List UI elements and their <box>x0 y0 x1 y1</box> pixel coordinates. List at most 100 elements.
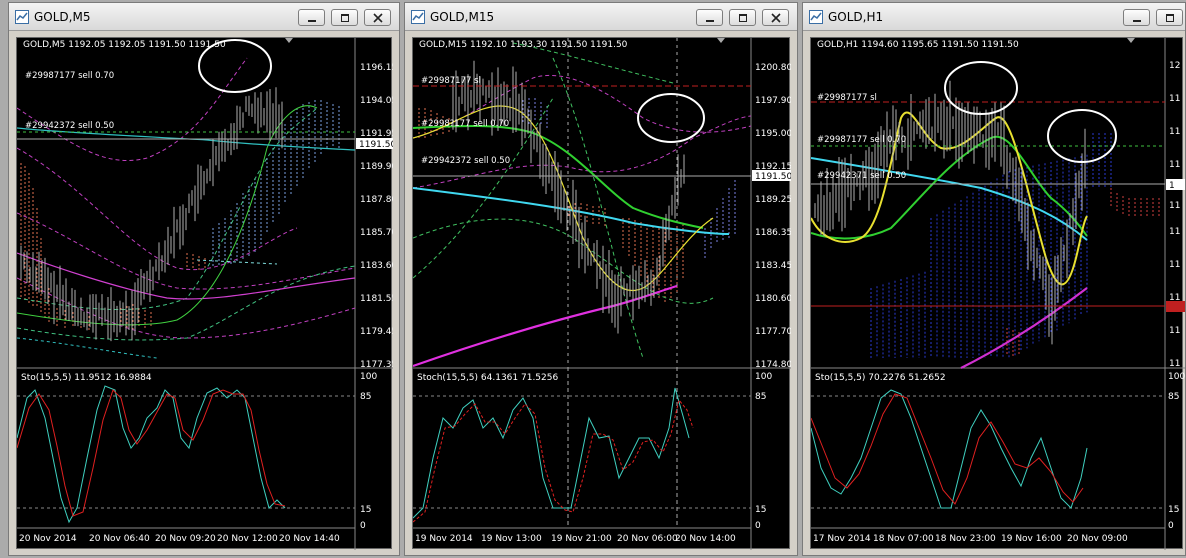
minimize-icon <box>1132 19 1141 22</box>
svg-text:0: 0 <box>1168 521 1174 531</box>
stochastic-signal-line <box>810 393 1084 505</box>
stochastic-main-line <box>810 389 1088 509</box>
order-label: #29942372 sell 0.50 <box>25 121 114 131</box>
maximize-button[interactable] <box>331 9 358 26</box>
svg-text:20 Nov 06:00: 20 Nov 06:00 <box>617 534 678 544</box>
minimize-button[interactable] <box>298 9 325 26</box>
svg-text:1187.80: 1187.80 <box>360 195 393 205</box>
ichimoku-cloud-bull <box>870 133 1112 358</box>
ichimoku-cloud-bear <box>1006 188 1160 356</box>
svg-text:11: 11 <box>1169 227 1180 237</box>
ma-magenta <box>960 287 1088 369</box>
stochastic-label: Sto(15,5,5) 11.9512 16.9884 <box>21 373 152 383</box>
close-button[interactable] <box>364 9 391 26</box>
svg-text:1196.15: 1196.15 <box>360 63 393 73</box>
time-scale: 17 Nov 2014 18 Nov 07:00 18 Nov 23:00 19… <box>813 534 1128 544</box>
svg-text:19 Nov 21:00: 19 Nov 21:00 <box>551 534 612 544</box>
svg-text:11: 11 <box>1169 359 1180 369</box>
order-label: #29987177 sl <box>421 76 481 86</box>
order-label: #29942371 sell 0.50 <box>817 171 906 181</box>
chart-app-icon <box>411 9 425 24</box>
chart-info-label: GOLD,H1 1194.60 1195.65 1191.50 1191.50 <box>817 40 1019 50</box>
svg-text:20 Nov 14:40: 20 Nov 14:40 <box>279 534 340 544</box>
svg-text:11: 11 <box>1169 260 1180 270</box>
stochastic-signal-line <box>412 398 694 523</box>
chart-app-icon <box>15 9 29 24</box>
highlight-circle <box>944 61 1018 115</box>
ma-yellow <box>412 105 714 292</box>
maximize-button[interactable] <box>729 9 756 26</box>
stoch-scale: 100 85 15 0 <box>755 372 772 531</box>
close-icon <box>372 12 383 23</box>
order-label: #29942372 sell 0.50 <box>421 156 510 166</box>
svg-text:11: 11 <box>1169 160 1180 170</box>
svg-text:0: 0 <box>755 521 761 531</box>
chart-info-label: GOLD,M5 1192.05 1192.05 1191.50 1191.50 <box>23 40 226 50</box>
ichimoku-cloud-bear <box>418 108 684 302</box>
maximize-icon <box>340 13 349 22</box>
minimize-button[interactable] <box>696 9 723 26</box>
chart-info-label: GOLD,M15 1192.10 1193.30 1191.50 1191.50 <box>419 40 628 50</box>
window-title: GOLD,M15 <box>430 9 495 24</box>
one-click-trade-arrow-icon[interactable] <box>1127 38 1135 43</box>
minimize-button[interactable] <box>1123 9 1150 26</box>
svg-text:1183.45: 1183.45 <box>755 261 791 271</box>
svg-text:85: 85 <box>1168 392 1179 402</box>
svg-text:1186.35: 1186.35 <box>755 228 791 238</box>
svg-text:1200.80: 1200.80 <box>755 63 791 73</box>
price-chart-h1[interactable]: GOLD,H1 1194.60 1195.65 1191.50 1191.50 … <box>810 38 1185 550</box>
price-scale: 12 11 11 11 11 11 11 11 11 11 <box>1169 61 1180 369</box>
maximize-button[interactable] <box>1156 9 1183 26</box>
stochastic-main-line <box>16 385 286 524</box>
svg-text:18 Nov 07:00: 18 Nov 07:00 <box>873 534 934 544</box>
svg-text:1195.00: 1195.00 <box>755 129 791 139</box>
close-button[interactable] <box>762 9 789 26</box>
svg-text:20 Nov 09:20: 20 Nov 09:20 <box>155 534 216 544</box>
svg-text:15: 15 <box>360 505 371 515</box>
svg-text:11: 11 <box>1169 127 1180 137</box>
chart-window-m5[interactable]: GOLD,M5 GOLD,M5 1192.05 1192.05 1191.50 … <box>8 2 400 556</box>
stochastic-signal-line <box>16 389 286 517</box>
svg-text:0: 0 <box>360 521 366 531</box>
chart-app-icon <box>809 9 823 24</box>
highlight-circle <box>637 93 705 143</box>
chart-area[interactable]: GOLD,H1 1194.60 1195.65 1191.50 1191.50 … <box>810 37 1185 550</box>
bollinger-bands <box>412 42 752 359</box>
ma-green <box>810 135 1088 240</box>
stochastic-main-line <box>412 387 690 519</box>
maximize-icon <box>1165 13 1174 22</box>
svg-text:1179.45: 1179.45 <box>360 327 393 337</box>
ma-cyan <box>412 187 730 235</box>
svg-text:85: 85 <box>755 392 766 402</box>
current-price-label: 1 <box>1169 181 1175 191</box>
one-click-trade-arrow-icon[interactable] <box>717 38 725 43</box>
window-title: GOLD,M5 <box>34 9 91 24</box>
svg-text:1177.35: 1177.35 <box>360 360 393 370</box>
chart-area[interactable]: GOLD,M5 1192.05 1192.05 1191.50 1191.50 … <box>16 37 397 550</box>
minimize-icon <box>705 19 714 22</box>
svg-text:1189.90: 1189.90 <box>360 162 393 172</box>
svg-text:1197.90: 1197.90 <box>755 96 791 106</box>
price-chart-m5[interactable]: GOLD,M5 1192.05 1192.05 1191.50 1191.50 … <box>16 38 397 550</box>
svg-text:100: 100 <box>1168 372 1185 382</box>
svg-text:15: 15 <box>755 505 766 515</box>
price-pane[interactable] <box>17 38 355 368</box>
svg-text:11: 11 <box>1169 94 1180 104</box>
current-price-label: 1191.50 <box>359 140 393 150</box>
stochastic-label: Sto(15,5,5) 70.2276 51.2652 <box>815 373 946 383</box>
svg-text:1183.60: 1183.60 <box>360 261 393 271</box>
svg-text:85: 85 <box>360 392 371 402</box>
order-label: #29987177 sl <box>817 93 877 103</box>
chart-area[interactable]: GOLD,M15 1192.10 1193.30 1191.50 1191.50… <box>412 37 792 550</box>
svg-text:18 Nov 23:00: 18 Nov 23:00 <box>935 534 996 544</box>
svg-text:19 Nov 2014: 19 Nov 2014 <box>415 534 473 544</box>
chart-window-h1[interactable]: GOLD,H1 GOLD,H1 1194.60 1195.65 1191.50 … <box>802 2 1186 556</box>
close-icon <box>770 12 781 23</box>
svg-text:19 Nov 16:00: 19 Nov 16:00 <box>1001 534 1062 544</box>
price-chart-m15[interactable]: GOLD,M15 1192.10 1193.30 1191.50 1191.50… <box>412 38 792 550</box>
price-scale: 1200.80 1197.90 1195.00 1192.15 1189.25 … <box>755 63 792 370</box>
chart-window-m15[interactable]: GOLD,M15 GOLD,M15 1192.10 1193.30 1191.5… <box>404 2 798 556</box>
svg-text:1189.25: 1189.25 <box>755 195 791 205</box>
svg-text:15: 15 <box>1168 505 1179 515</box>
svg-text:20 Nov 12:00: 20 Nov 12:00 <box>217 534 278 544</box>
